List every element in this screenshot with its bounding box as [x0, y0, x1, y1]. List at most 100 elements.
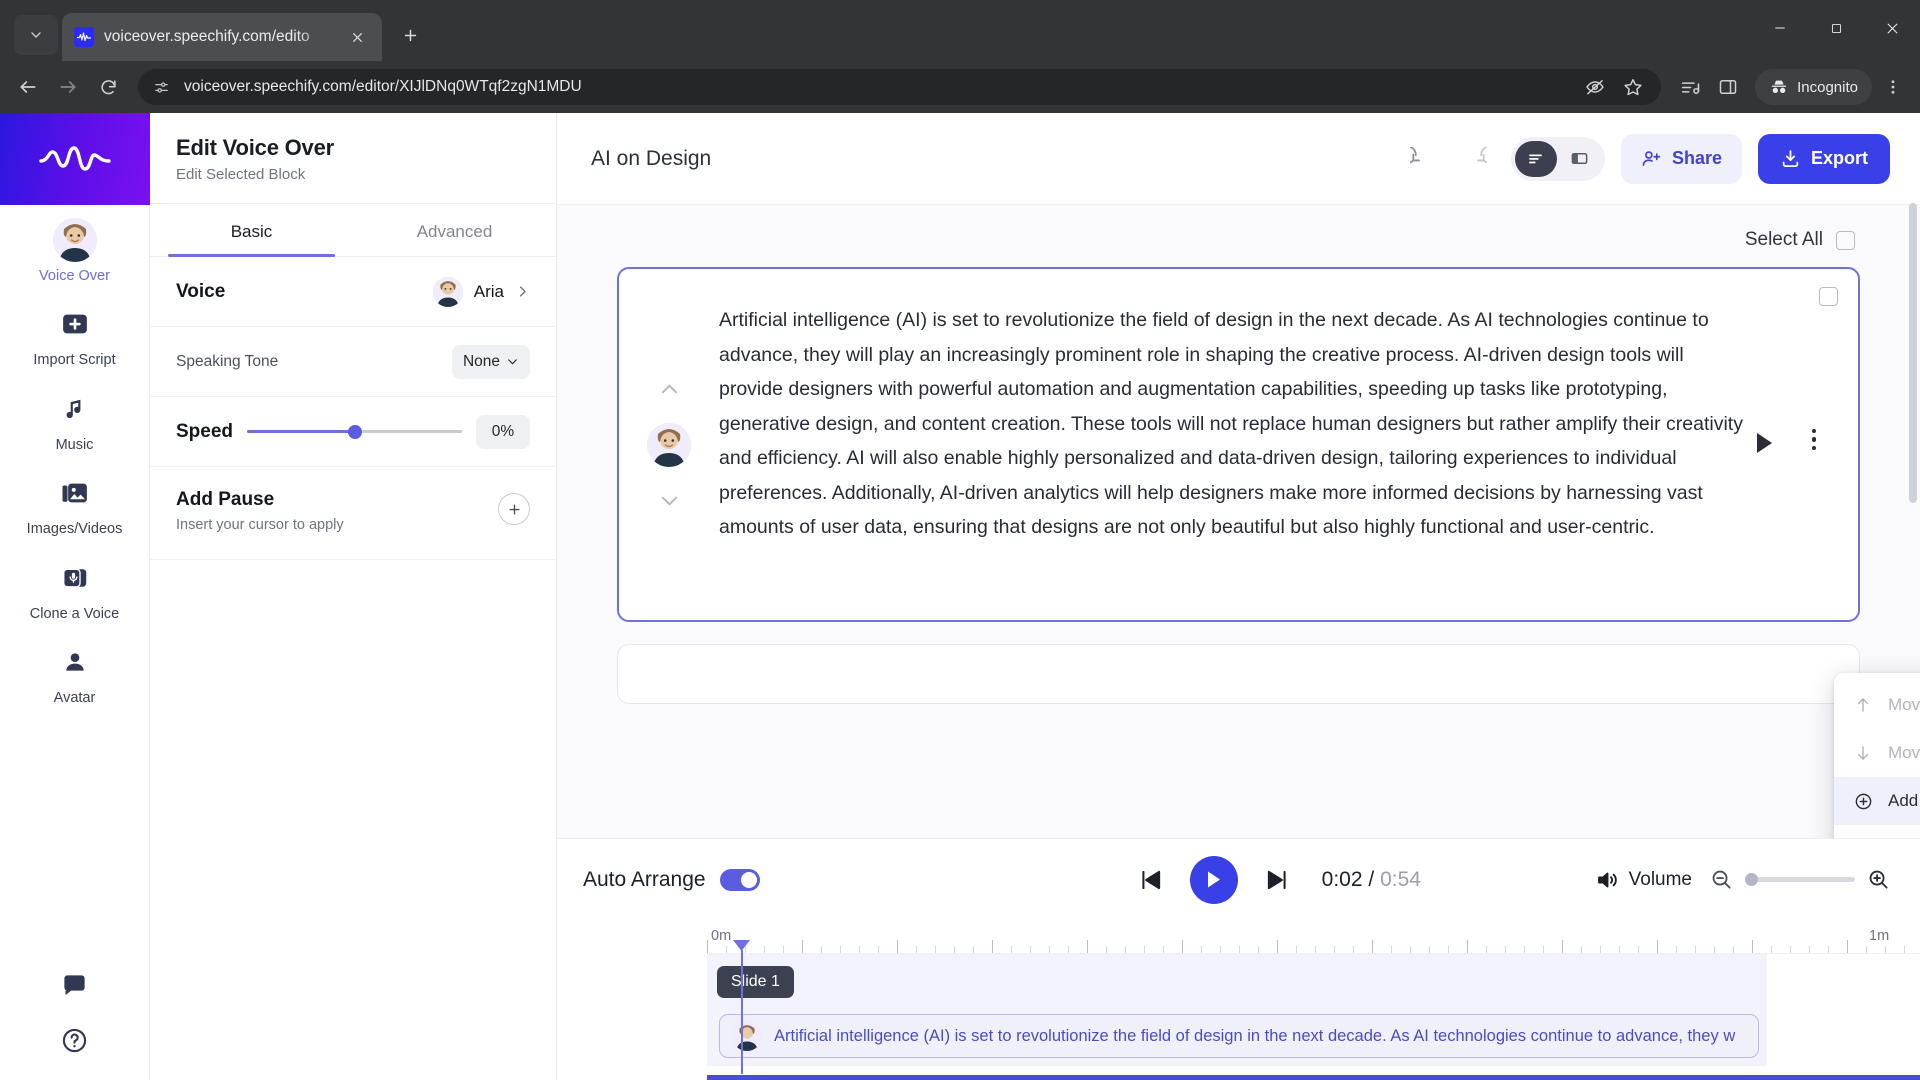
side-panel-icon[interactable] [1711, 70, 1745, 104]
tab-basic[interactable]: Basic [150, 204, 353, 257]
menu-item-move-up[interactable]: Move up [1834, 681, 1920, 729]
star-icon[interactable] [1619, 73, 1647, 101]
three-dot-vertical-icon[interactable] [1811, 428, 1816, 450]
audio-view-icon[interactable] [1514, 140, 1557, 177]
volume-control[interactable]: Volume [1595, 868, 1692, 892]
eye-slash-icon[interactable] [1581, 73, 1609, 101]
timeline-clip[interactable]: Artificial intelligence (AI) is set to r… [719, 1014, 1759, 1058]
tab-advanced[interactable]: Advanced [353, 204, 556, 256]
select-all-row[interactable]: Select All [617, 205, 1860, 267]
playhead[interactable] [733, 940, 750, 1074]
minimize-icon[interactable] [1752, 0, 1808, 56]
document-title[interactable]: AI on Design [591, 147, 1387, 171]
speaking-tone-row[interactable]: Speaking Tone None [150, 327, 556, 397]
sidebar-item-images-videos[interactable]: Images/Videos [0, 458, 150, 542]
chevron-up-icon[interactable] [658, 378, 681, 401]
sidebar-item-voice-over[interactable]: Voice Over [0, 205, 150, 289]
plus-circle-icon[interactable] [498, 493, 530, 525]
address-bar[interactable]: voiceover.speechify.com/editor/XIJlDNq0W… [138, 69, 1662, 105]
share-button[interactable]: Share [1620, 133, 1742, 184]
plus-icon[interactable] [390, 15, 430, 55]
menu-item-download-block[interactable]: Download Block [1834, 825, 1920, 838]
panel-tabs: Basic Advanced [150, 204, 556, 257]
arrow-up-icon [1852, 696, 1874, 714]
incognito-profile-button[interactable]: Incognito [1755, 69, 1872, 105]
export-button[interactable]: Export [1757, 133, 1890, 184]
sidebar-item-import-script[interactable]: Import Script [0, 289, 150, 373]
reload-icon[interactable] [90, 69, 126, 105]
sidebar-item-label: Images/Videos [26, 521, 123, 538]
next-block-placeholder[interactable] [617, 644, 1860, 704]
chevron-down-icon[interactable] [658, 489, 681, 512]
total-time: 0:54 [1380, 867, 1421, 891]
voice-avatar-icon [647, 422, 691, 467]
arrow-down-icon [1852, 744, 1874, 762]
timeline-ruler[interactable]: 0m 1m [707, 920, 1920, 954]
chevron-down-icon [506, 355, 519, 368]
skip-previous-icon[interactable] [1138, 867, 1164, 893]
redo-icon[interactable] [1457, 140, 1495, 178]
scrollbar-thumb[interactable] [1909, 203, 1917, 503]
sidebar-item-music[interactable]: Music [0, 374, 150, 458]
window-close-icon[interactable] [1864, 0, 1920, 56]
zoom-in-icon[interactable] [1867, 868, 1890, 891]
slide-chip[interactable]: Slide 1 [717, 966, 794, 998]
ruler-tick [1410, 946, 1411, 953]
forward-arrow-icon[interactable] [50, 69, 86, 105]
speed-knob[interactable] [347, 424, 362, 439]
script-view-icon[interactable] [1559, 141, 1601, 177]
ruler-tick [1885, 946, 1886, 953]
speaking-tone-select[interactable]: None [451, 344, 530, 379]
menu-item-move-down[interactable]: Move down [1834, 729, 1920, 777]
speechify-wave-logo[interactable] [0, 113, 150, 205]
play-triangle-icon[interactable] [1754, 431, 1774, 455]
reading-list-icon[interactable] [1673, 70, 1707, 104]
site-settings-icon[interactable] [148, 74, 174, 100]
view-mode-toggle[interactable] [1510, 136, 1605, 181]
chat-bubble-icon[interactable] [61, 972, 88, 999]
zoom-out-icon[interactable] [1710, 868, 1733, 891]
tab-search-chevron-icon[interactable] [14, 15, 58, 55]
slide-region[interactable]: Slide 1 Artificial intelligence (AI) is … [707, 954, 1767, 1066]
undo-icon[interactable] [1403, 140, 1441, 178]
menu-item-add-block-below[interactable]: Add Block Below [1834, 777, 1920, 825]
auto-arrange-control[interactable]: Auto Arrange [557, 868, 964, 892]
maximize-icon[interactable] [1808, 0, 1864, 56]
window-controls [1752, 0, 1920, 56]
skip-next-icon[interactable] [1264, 867, 1290, 893]
zoom-slider[interactable] [1745, 873, 1855, 886]
ruler-tick [1828, 946, 1829, 953]
page-scrollbar[interactable] [1906, 113, 1920, 1080]
sidebar-item-avatar[interactable]: Avatar [0, 627, 150, 711]
checkbox-unchecked-icon[interactable] [1836, 230, 1855, 250]
checkbox-unchecked-icon[interactable] [1819, 287, 1838, 306]
voice-row[interactable]: Voice Aria [150, 257, 556, 327]
speed-row[interactable]: Speed 0% [150, 397, 556, 467]
back-arrow-icon[interactable] [10, 69, 46, 105]
ruler-tick [1049, 946, 1050, 953]
voice-selector[interactable]: Aria [432, 276, 530, 307]
play-button[interactable] [1189, 855, 1238, 904]
browser-tab[interactable]: voiceover.speechify.com/edito [62, 13, 382, 61]
timeline-zoom-control[interactable] [1710, 868, 1890, 891]
three-dot-menu-icon[interactable] [1876, 70, 1910, 104]
ruler-tick [1790, 946, 1791, 953]
ruler-tick [935, 946, 936, 953]
script-block[interactable]: Artificial intelligence (AI) is set to r… [617, 267, 1860, 622]
ruler-tick [726, 946, 727, 953]
zoom-knob[interactable] [1745, 873, 1758, 886]
block-text[interactable]: Artificial intelligence (AI) is set to r… [719, 289, 1840, 600]
auto-arrange-toggle[interactable] [719, 868, 760, 891]
timeline[interactable]: 0m 1m Slide 1 Artificial intelligence (A… [557, 920, 1920, 1080]
ruler-tick [992, 940, 993, 953]
help-circle-icon[interactable] [61, 1027, 88, 1054]
ruler-tick [973, 946, 974, 953]
volume-icon [1595, 868, 1619, 892]
ruler-tick [1011, 946, 1012, 953]
speed-slider[interactable] [247, 422, 462, 442]
sidebar-item-clone-a-voice[interactable]: Clone a Voice [0, 543, 150, 627]
play-icon [1208, 871, 1221, 888]
close-icon[interactable] [344, 24, 370, 50]
chevron-right-icon [515, 284, 530, 299]
share-person-icon [1641, 148, 1662, 169]
